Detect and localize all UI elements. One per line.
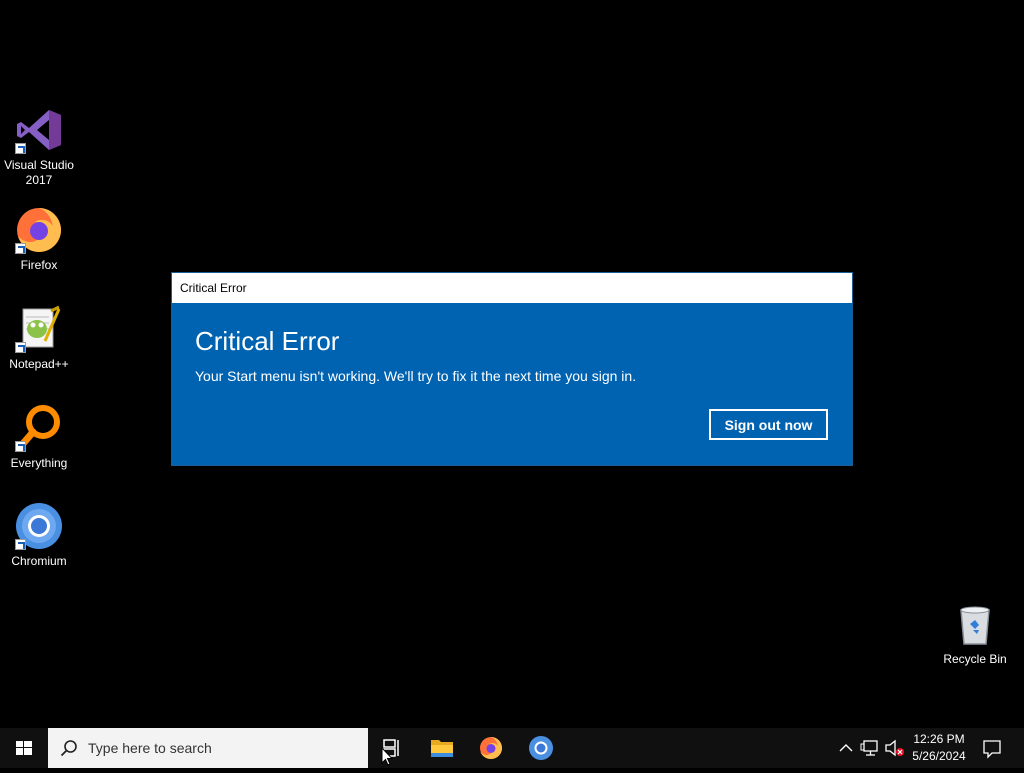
- shortcut-arrow-icon: [15, 342, 26, 353]
- start-button[interactable]: [0, 728, 48, 768]
- taskbar-file-explorer[interactable]: [418, 728, 466, 768]
- shortcut-arrow-icon: [15, 539, 26, 550]
- taskbar-chromium[interactable]: [517, 728, 565, 768]
- chevron-up-icon: [839, 744, 853, 752]
- desktop-icon-label: Visual Studio 2017: [4, 158, 74, 187]
- clock-time: 12:26 PM: [913, 732, 965, 746]
- recycle-bin-icon: [951, 600, 999, 648]
- everything-icon: [15, 404, 63, 452]
- chromium-icon: [15, 502, 63, 550]
- dialog-message: Your Start menu isn't working. We'll try…: [195, 368, 637, 384]
- shortcut-arrow-icon: [15, 441, 26, 452]
- desktop-icon-label: Recycle Bin: [943, 652, 1007, 666]
- desktop-icon-label: Notepad++: [9, 357, 69, 371]
- windows-logo-icon: [16, 741, 32, 755]
- notepad-plus-plus-icon: [15, 305, 63, 353]
- search-icon: [60, 740, 77, 757]
- sign-out-now-button[interactable]: Sign out now: [709, 409, 828, 440]
- chromium-icon: [529, 736, 553, 760]
- desktop-icon-everything[interactable]: Everything: [0, 404, 78, 471]
- desktop-icon-visual-studio[interactable]: Visual Studio 2017: [0, 106, 78, 188]
- search-placeholder: Type here to search: [88, 740, 212, 756]
- desktop-icon-recycle-bin[interactable]: Recycle Bin: [938, 600, 1012, 666]
- dialog-heading: Critical Error: [195, 326, 340, 356]
- shortcut-arrow-icon: [15, 243, 26, 254]
- desktop-icon-notepad-plus-plus[interactable]: Notepad++: [0, 305, 78, 372]
- visual-studio-icon: [15, 106, 63, 154]
- file-explorer-icon: [431, 740, 453, 757]
- shortcut-arrow-icon: [15, 143, 26, 154]
- desktop-icon-firefox[interactable]: Firefox: [0, 206, 78, 273]
- network-icon: [860, 740, 878, 756]
- critical-error-dialog: Critical Error Critical Error Your Start…: [172, 273, 852, 465]
- desktop-icon-label: Chromium: [11, 554, 67, 568]
- network-button[interactable]: [858, 728, 882, 768]
- dialog-titlebar: Critical Error: [172, 273, 852, 303]
- show-hidden-icons-button[interactable]: [836, 728, 856, 768]
- firefox-icon: [480, 737, 502, 759]
- firefox-icon: [15, 206, 63, 254]
- taskbar-firefox[interactable]: [467, 728, 515, 768]
- taskbar-clock[interactable]: 12:26 PM 5/26/2024: [900, 731, 978, 765]
- desktop-icon-chromium[interactable]: Chromium: [0, 502, 78, 569]
- notification-icon: [983, 740, 1001, 759]
- action-center-button[interactable]: [978, 728, 1006, 768]
- taskbar-search-box[interactable]: Type here to search: [48, 728, 368, 768]
- taskbar: Type here to search 12:26 PM 5/26/2024: [0, 728, 1024, 768]
- desktop-icon-label: Everything: [10, 456, 68, 470]
- mouse-cursor-icon: [381, 747, 393, 766]
- clock-date: 5/26/2024: [912, 749, 966, 763]
- desktop-icon-label: Firefox: [20, 258, 58, 272]
